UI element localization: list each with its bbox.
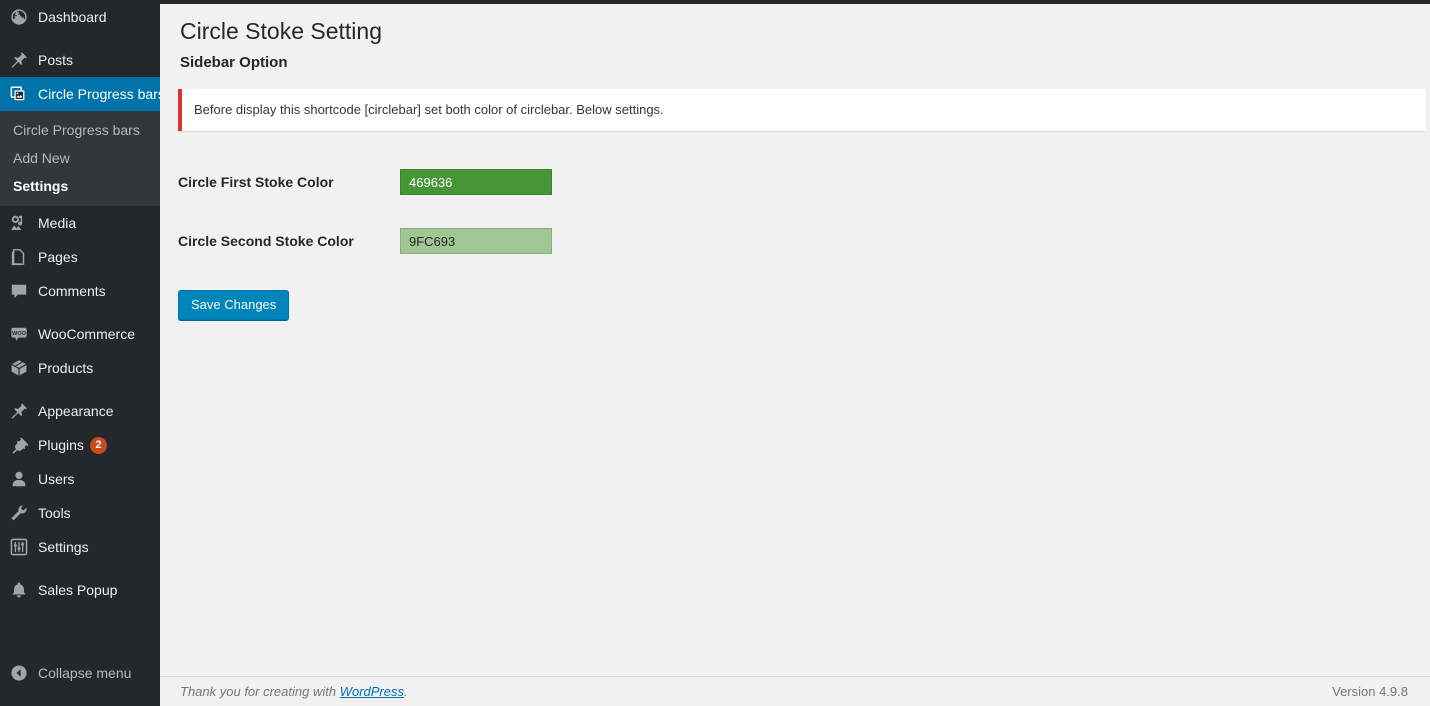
section-subtitle: Sidebar Option: [180, 54, 288, 71]
sidebar-item-media[interactable]: Media: [0, 206, 160, 240]
sidebar-item-appearance[interactable]: Appearance: [0, 394, 160, 428]
sidebar-item-label: Posts: [38, 52, 74, 68]
collapse-arrow-icon: [9, 663, 29, 683]
sidebar-item-sales-popup[interactable]: Sales Popup: [0, 573, 160, 607]
submenu-item-circle-progress-bars[interactable]: Circle Progress bars: [0, 116, 160, 144]
admin-sidebar: Dashboard Posts Circle Progress bars Circle…: [0, 0, 168, 706]
tools-icon: [9, 503, 29, 523]
collapse-menu-label: Collapse menu: [38, 665, 132, 681]
sidebar-item-circle-progress-bars[interactable]: Circle Progress bars: [0, 77, 168, 111]
sidebar-item-comments[interactable]: Comments: [0, 274, 160, 308]
submenu-item-add-new[interactable]: Add New: [0, 144, 160, 172]
menu-separator: [0, 308, 160, 317]
sidebar-item-badge: 2: [89, 436, 107, 454]
settings-icon: [9, 537, 29, 557]
menu-separator: [0, 385, 160, 394]
comments-icon: [9, 281, 29, 301]
sidebar-item-label: Settings: [38, 539, 89, 555]
pages-icon: [9, 247, 29, 267]
plugins-icon: [9, 435, 29, 455]
wp-admin-screen: Dashboard Posts Circle Progress bars Circle…: [0, 0, 1430, 706]
sidebar-item-tools[interactable]: Tools: [0, 496, 160, 530]
notice-text: Before display this shortcode [circlebar…: [194, 102, 664, 117]
bell-icon: [9, 580, 29, 600]
notice-box: Before display this shortcode [circlebar…: [178, 89, 1426, 131]
dashboard-icon: [9, 7, 29, 27]
wordpress-link[interactable]: WordPress: [340, 684, 404, 699]
collapse-menu-button[interactable]: Collapse menu: [0, 656, 160, 690]
sidebar-item-label: Dashboard: [38, 9, 107, 25]
settings-form-table: Circle First Stoke Color Circle Second St…: [178, 153, 552, 271]
sidebar-item-label: Appearance: [38, 403, 114, 419]
sidebar-item-label: Tools: [38, 505, 71, 521]
sidebar-item-label: Products: [38, 360, 94, 376]
products-icon: [9, 358, 29, 378]
woocommerce-icon: WOO: [9, 324, 29, 344]
page-title: Circle Stoke Setting: [180, 18, 382, 44]
sidebar-item-label: Circle Progress bars: [38, 86, 165, 102]
circle-second-stoke-color-input[interactable]: [400, 228, 552, 254]
menu-separator: [0, 564, 160, 573]
sidebar-item-pages[interactable]: Pages: [0, 240, 160, 274]
sidebar-item-label: Plugins: [38, 437, 84, 453]
collapse-menu-row[interactable]: Collapse menu: [0, 656, 160, 690]
sidebar-item-label: Users: [38, 471, 75, 487]
submenu-item-label: Settings: [13, 178, 69, 194]
submenu-item-settings[interactable]: Settings: [0, 172, 160, 200]
form-row: Circle First Stoke Color: [178, 153, 552, 212]
pin-icon: [9, 50, 29, 70]
field-label-circle-first-stoke-color: Circle First Stoke Color: [178, 174, 334, 190]
version-label: Version 4.9.8: [1332, 684, 1408, 699]
sidebar-item-label: Pages: [38, 249, 78, 265]
sidebar-item-products[interactable]: Products: [0, 351, 160, 385]
submenu-item-label: Circle Progress bars: [13, 122, 140, 138]
footer-credit-suffix: .: [404, 684, 408, 699]
footer-credit-prefix: Thank you for creating with: [180, 684, 340, 699]
sidebar-item-label: Sales Popup: [38, 582, 118, 598]
gallery-icon: [9, 84, 29, 104]
main-content: Circle Stoke Setting Sidebar Option Befo…: [160, 4, 1430, 706]
sidebar-item-users[interactable]: Users: [0, 462, 160, 496]
admin-footer: Thank you for creating with WordPress. V…: [160, 676, 1430, 706]
svg-text:WOO: WOO: [12, 331, 27, 337]
footer-credit: Thank you for creating with WordPress.: [180, 684, 408, 699]
sidebar-submenu: Circle Progress bars Add New Settings: [0, 111, 160, 206]
sidebar-item-label: Comments: [38, 283, 106, 299]
sidebar-item-plugins[interactable]: Plugins 2: [0, 428, 160, 462]
sidebar-item-dashboard[interactable]: Dashboard: [0, 0, 160, 34]
save-button[interactable]: Save Changes: [178, 289, 290, 320]
menu-separator: [0, 34, 160, 43]
submenu-item-label: Add New: [13, 150, 70, 166]
sidebar-item-woocommerce[interactable]: WOO WooCommerce: [0, 317, 160, 351]
field-label-circle-second-stoke-color: Circle Second Stoke Color: [178, 233, 354, 249]
sidebar-item-settings[interactable]: Settings: [0, 530, 160, 564]
sidebar-item-label: Media: [38, 215, 77, 231]
sidebar-item-label: WooCommerce: [38, 326, 135, 342]
form-row: Circle Second Stoke Color: [178, 212, 552, 271]
media-icon: [9, 213, 29, 233]
circle-first-stoke-color-input[interactable]: [400, 169, 552, 195]
sidebar-item-posts[interactable]: Posts: [0, 43, 160, 77]
users-icon: [9, 469, 29, 489]
brush-icon: [9, 401, 29, 421]
